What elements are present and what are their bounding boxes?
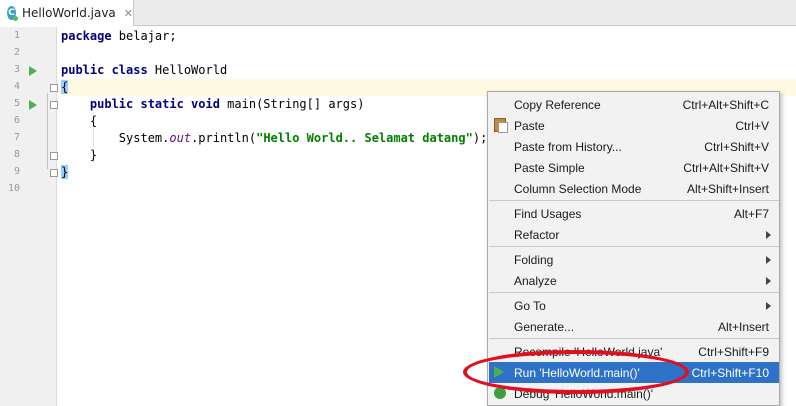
tab-label: HelloWorld.java [22, 6, 116, 20]
editor-tab-bar: C HelloWorld.java ✕ [0, 0, 796, 26]
menu-item-paste-from-history[interactable]: Paste from History... Ctrl+Shift+V [489, 136, 779, 157]
tab-helloworld-java[interactable]: C HelloWorld.java ✕ [0, 0, 134, 26]
brace-match-highlight: { [61, 80, 69, 94]
submenu-arrow-icon [766, 255, 771, 264]
fold-toggle-icon[interactable] [50, 84, 58, 92]
fold-range-line [47, 93, 48, 169]
line-number: 4 [13, 81, 20, 92]
code-line-3: public class HelloWorld [61, 63, 228, 77]
menu-item-folding[interactable]: Folding [489, 249, 779, 270]
code-line-7: System.out.println("Hello World.. Selama… [61, 131, 488, 145]
menu-item-generate[interactable]: Generate... Alt+Insert [489, 316, 779, 337]
line-number: 3 [13, 64, 20, 75]
line-number: 6 [13, 115, 20, 126]
menu-separator [489, 292, 779, 293]
submenu-arrow-icon [766, 230, 771, 239]
line-number: 10 [7, 183, 20, 194]
line-number: 1 [13, 30, 20, 41]
red-highlight-ellipse [463, 350, 689, 394]
submenu-arrow-icon [766, 301, 771, 310]
run-gutter-icon[interactable] [29, 100, 37, 110]
line-number: 2 [13, 47, 20, 58]
clipboard-icon [494, 118, 508, 133]
menu-item-paste-simple[interactable]: Paste Simple Ctrl+Alt+Shift+V [489, 157, 779, 178]
menu-item-copy-reference[interactable]: Copy Reference Ctrl+Alt+Shift+C [489, 94, 779, 115]
line-number: 5 [13, 98, 20, 109]
code-line-1: package belajar; [61, 29, 177, 43]
menu-separator [489, 200, 779, 201]
editor-gutter: 1 2 3 4 5 6 7 8 9 10 [0, 27, 58, 406]
menu-separator [489, 338, 779, 339]
submenu-arrow-icon [766, 276, 771, 285]
menu-item-find-usages[interactable]: Find Usages Alt+F7 [489, 203, 779, 224]
line-number: 8 [13, 149, 20, 160]
code-line-5: public static void main(String[] args) [89, 97, 365, 111]
run-gutter-icon[interactable] [29, 66, 37, 76]
menu-item-go-to[interactable]: Go To [489, 295, 779, 316]
line-number: 9 [13, 166, 20, 177]
menu-item-refactor[interactable]: Refactor [489, 224, 779, 245]
menu-item-paste[interactable]: Paste Ctrl+V [489, 115, 779, 136]
fold-toggle-icon[interactable] [50, 152, 58, 160]
code-line-8: } [61, 148, 98, 162]
fold-toggle-icon[interactable] [50, 169, 58, 177]
menu-separator [489, 246, 779, 247]
close-icon[interactable]: ✕ [124, 7, 133, 20]
code-line-6: { [61, 114, 98, 128]
menu-item-analyze[interactable]: Analyze [489, 270, 779, 291]
code-line-4: { [61, 80, 69, 97]
brace-match-highlight: } [61, 165, 69, 179]
line-number: 7 [13, 132, 20, 143]
code-line-9: } [61, 165, 69, 182]
java-class-icon: C [7, 6, 19, 21]
fold-toggle-icon[interactable] [50, 101, 58, 109]
menu-item-column-selection-mode[interactable]: Column Selection Mode Alt+Shift+Insert [489, 178, 779, 199]
